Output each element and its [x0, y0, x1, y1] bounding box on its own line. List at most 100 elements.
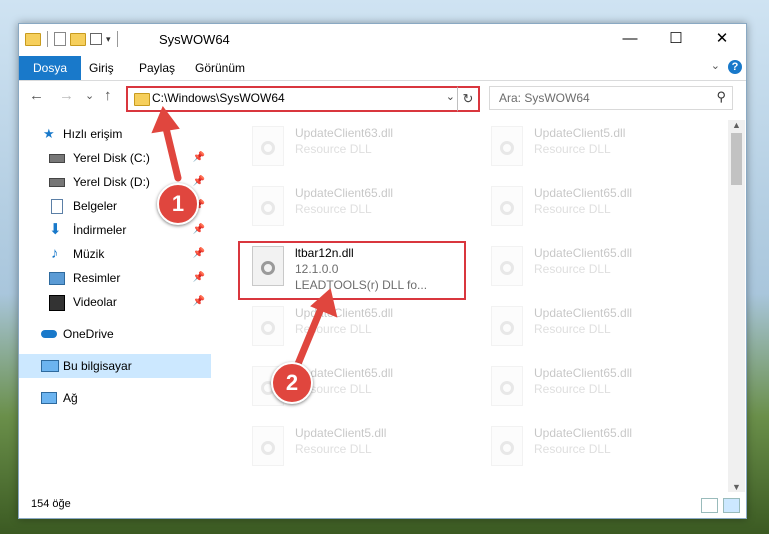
details-view-icon[interactable] — [701, 498, 718, 513]
file-type: Resource DLL — [295, 202, 372, 216]
drive-icon — [49, 154, 65, 163]
up-button[interactable]: ↑ — [104, 87, 112, 104]
sidebar-item-label: Belgeler — [73, 199, 118, 213]
tab-giris[interactable]: Giriş — [89, 56, 114, 80]
scroll-up-icon[interactable]: ▲ — [728, 120, 745, 130]
sidebar-item-label: Yerel Disk (D:) — [73, 175, 150, 189]
sidebar-item-onedrive[interactable]: OneDrive — [19, 322, 211, 346]
dll-file-icon — [252, 306, 284, 346]
file-item[interactable]: UpdateClient63.dll Resource DLL — [239, 122, 459, 174]
file-type: Resource DLL — [534, 142, 611, 156]
drive-icon — [49, 178, 65, 187]
sidebar-item-label: Resimler — [73, 271, 121, 285]
file-name: UpdateClient65.dll — [534, 306, 633, 320]
file-item[interactable]: UpdateClient5.dll Resource DLL — [478, 122, 698, 174]
sidebar-item-local-disk-c[interactable]: Yerel Disk (C:) 📌 — [19, 146, 211, 170]
sidebar-item-label: OneDrive — [63, 327, 114, 341]
dll-file-icon — [252, 186, 284, 226]
refresh-button[interactable]: ↻ — [457, 86, 480, 112]
scroll-down-icon[interactable]: ▼ — [728, 482, 745, 492]
file-name: UpdateClient5.dll — [534, 126, 626, 140]
ribbon-collapse-icon[interactable]: ⌄ — [711, 59, 720, 72]
chevron-down-icon[interactable]: ⌄ — [446, 90, 455, 103]
file-item[interactable]: UpdateClient65.dll Resource DLL — [478, 302, 698, 354]
scroll-thumb[interactable] — [731, 133, 742, 185]
sidebar-item-label: Müzik — [73, 247, 105, 261]
sidebar-item-videos[interactable]: Videolar 📌 — [19, 290, 211, 314]
dll-file-icon — [491, 126, 523, 166]
tab-paylas[interactable]: Paylaş — [139, 56, 175, 80]
sidebar-item-this-pc[interactable]: Bu bilgisayar — [19, 354, 211, 378]
sidebar-item-label: İndirmeler — [73, 223, 127, 237]
sidebar-item-label: Ağ — [63, 391, 78, 405]
sidebar-item-pictures[interactable]: Resimler 📌 — [19, 266, 211, 290]
back-button[interactable]: ← — [29, 87, 44, 104]
view-options-icon[interactable] — [90, 33, 102, 45]
quick-access-toolbar: ▾ — [25, 31, 120, 47]
file-name: UpdateClient65.dll — [534, 186, 633, 200]
file-type: Resource DLL — [534, 202, 611, 216]
divider — [116, 31, 118, 47]
music-icon: ♪ — [51, 245, 59, 262]
file-name: UpdateClient65.dll — [534, 246, 633, 260]
dll-file-icon — [491, 366, 523, 406]
pictures-icon — [49, 272, 65, 285]
large-icons-view-icon[interactable] — [723, 498, 740, 513]
customize-qat-icon[interactable]: ▾ — [106, 34, 111, 45]
star-icon: ★ — [43, 126, 55, 141]
maximize-button[interactable]: ☐ — [653, 24, 699, 54]
file-type: Resource DLL — [534, 262, 611, 276]
new-folder-icon[interactable] — [70, 32, 86, 46]
search-icon[interactable]: ⚲ — [716, 89, 726, 105]
sidebar-item-label: Bu bilgisayar — [63, 359, 132, 373]
documents-icon — [51, 199, 63, 214]
file-item[interactable]: UpdateClient65.dll Resource DLL — [478, 182, 698, 234]
recent-locations-button[interactable]: ⌄ — [85, 89, 94, 102]
navigation-pane: ★ Hızlı erişim Yerel Disk (C:) 📌 Yerel D… — [19, 120, 211, 492]
properties-icon[interactable] — [54, 32, 66, 46]
window-title: SysWOW64 — [159, 32, 230, 47]
file-type: Resource DLL — [534, 442, 611, 456]
status-bar: 154 öğe — [19, 494, 746, 516]
address-bar[interactable]: C:\Windows\SysWOW64 ⌄ — [126, 86, 461, 112]
cloud-icon — [41, 330, 57, 338]
help-icon[interactable]: ? — [728, 60, 742, 74]
search-input[interactable]: Ara: SysWOW64 ⚲ — [489, 86, 733, 110]
sidebar-item-music[interactable]: ♪ Müzik 📌 — [19, 242, 211, 266]
file-item[interactable]: UpdateClient65.dll Resource DLL — [478, 242, 698, 294]
sidebar-item-quick-access[interactable]: ★ Hızlı erişim — [19, 122, 211, 146]
tab-gorunum[interactable]: Görünüm — [195, 56, 245, 80]
folder-icon — [134, 93, 150, 106]
minimize-button[interactable]: — — [607, 24, 653, 54]
file-item[interactable]: UpdateClient65.dll Resource DLL — [239, 302, 459, 354]
file-type: Resource DLL — [295, 142, 372, 156]
step-1-badge: 1 — [157, 183, 199, 225]
vertical-scrollbar[interactable]: ▲ ▼ — [728, 120, 745, 492]
forward-button[interactable]: → — [59, 87, 74, 104]
videos-icon — [49, 295, 65, 311]
pin-icon: 📌 — [192, 248, 205, 259]
file-item[interactable]: UpdateClient5.dll Resource DLL — [239, 422, 459, 474]
file-name: UpdateClient65.dll — [534, 426, 633, 440]
navigation-bar: ← → ⌄ ↑ C:\Windows\SysWOW64 ⌄ ↻ Ara: Sys… — [19, 81, 746, 113]
item-count: 154 öğe — [31, 498, 71, 510]
pin-icon: 📌 — [192, 224, 205, 235]
ribbon-tabs: Dosya Giriş Paylaş Görünüm ⌄ ? — [19, 56, 746, 81]
file-highlight-box — [238, 241, 466, 300]
file-name: UpdateClient5.dll — [295, 426, 387, 440]
sidebar-item-network[interactable]: Ağ — [19, 386, 211, 410]
pin-icon: 📌 — [192, 272, 205, 283]
file-item[interactable]: UpdateClient65.dll Resource DLL — [239, 182, 459, 234]
tab-dosya[interactable]: Dosya — [19, 56, 82, 80]
file-item[interactable]: UpdateClient65.dll Resource DLL — [478, 362, 698, 414]
address-path[interactable]: C:\Windows\SysWOW64 — [152, 91, 285, 105]
step-2-badge: 2 — [271, 362, 313, 404]
file-item[interactable]: UpdateClient65.dll Resource DLL — [478, 422, 698, 474]
file-list: UpdateClient63.dll Resource DLL UpdateCl… — [224, 120, 729, 488]
explorer-window: ▾ SysWOW64 — ☐ ✕ Dosya Giriş Paylaş Görü… — [18, 23, 747, 519]
close-button[interactable]: ✕ — [699, 24, 745, 54]
folder-icon[interactable] — [25, 32, 41, 46]
title-bar: ▾ SysWOW64 — ☐ ✕ — [19, 24, 746, 56]
file-type: Resource DLL — [295, 322, 372, 336]
file-name: UpdateClient65.dll — [295, 186, 394, 200]
